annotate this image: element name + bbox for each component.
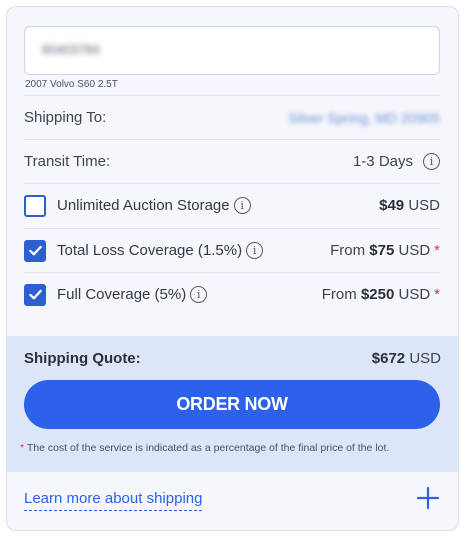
footnote: * The cost of the service is indicated a… — [20, 442, 390, 454]
option-price: From $250 USD * — [321, 286, 440, 303]
shipping-to-location-link[interactable]: Silver Spring, MD 20905 — [288, 110, 440, 126]
info-icon[interactable]: i — [246, 242, 264, 259]
info-icon[interactable]: i — [190, 286, 208, 303]
shipping-calculator-card: 80403784 2007 Volvo S60 2.5T Shipping To… — [6, 6, 459, 531]
auction-storage-checkbox[interactable] — [24, 194, 46, 217]
checkmark-icon — [28, 245, 42, 256]
lot-number-field[interactable]: 80403784 — [24, 26, 440, 75]
plus-icon[interactable] — [416, 486, 440, 510]
option-row-auction-storage: Unlimited Auction Storage i $49 USD — [24, 183, 440, 227]
learn-more-link[interactable]: Learn more about shipping — [24, 490, 203, 511]
checkmark-icon — [28, 289, 42, 300]
option-label: Unlimited Auction Storage — [57, 197, 230, 214]
vehicle-name: 2007 Volvo S60 2.5T — [25, 79, 118, 90]
shipping-quote-value: $672 USD — [371, 350, 441, 367]
transit-time-row: Transit Time: 1-3 Days i — [24, 139, 440, 183]
transit-time-label: Transit Time: — [24, 153, 111, 170]
order-now-button[interactable]: ORDER NOW — [24, 380, 440, 429]
shipping-quote-panel: Shipping Quote: $672 USD ORDER NOW * The… — [7, 336, 458, 472]
transit-time-value: 1-3 Days — [352, 153, 413, 170]
price-amount: $49 — [379, 197, 405, 214]
info-icon[interactable]: i — [233, 197, 251, 214]
info-icon[interactable]: i — [423, 153, 440, 170]
shipping-to-row: Shipping To: Silver Spring, MD 20905 — [24, 95, 440, 139]
full-coverage-checkbox[interactable] — [24, 283, 46, 306]
option-label: Total Loss Coverage (1.5%) — [57, 242, 243, 259]
option-price: $49 USD — [379, 197, 440, 214]
shipping-quote-label: Shipping Quote: — [24, 350, 141, 367]
option-row-full-coverage: Full Coverage (5%) i From $250 USD * — [24, 272, 440, 316]
asterisk-mark: * — [434, 286, 440, 303]
total-loss-checkbox[interactable] — [24, 239, 46, 262]
option-row-total-loss: Total Loss Coverage (1.5%) i From $75 US… — [24, 228, 440, 272]
price-amount: $75 — [369, 242, 395, 259]
asterisk-mark: * — [434, 242, 440, 259]
lot-number-value: 80403784 — [42, 42, 100, 57]
shipping-to-label: Shipping To: — [24, 109, 107, 126]
option-label: Full Coverage (5%) — [57, 286, 187, 303]
price-amount: $250 — [360, 286, 395, 303]
option-price: From $75 USD * — [330, 242, 440, 259]
